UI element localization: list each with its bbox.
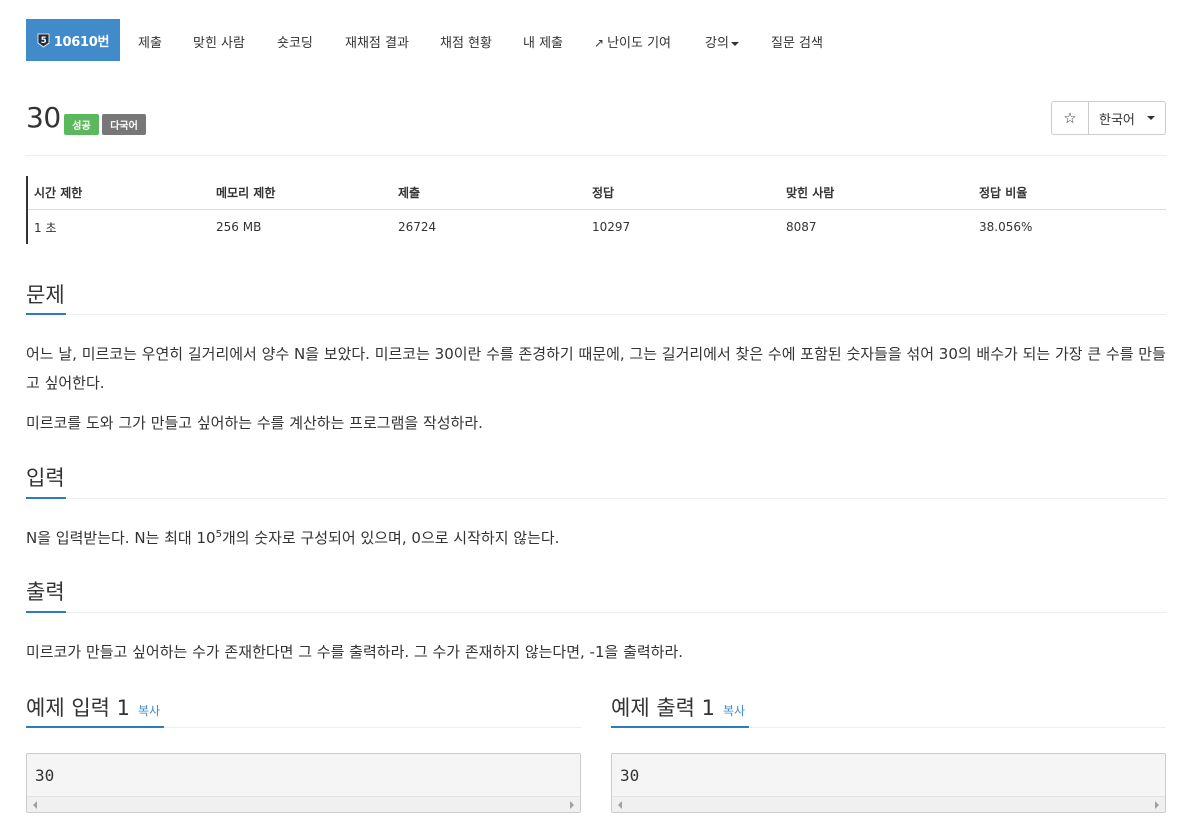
scroll-right-icon[interactable] (570, 801, 574, 809)
star-icon: ☆ (1063, 109, 1077, 127)
scroll-right-icon[interactable] (1155, 801, 1159, 809)
title-actions: ☆ 한국어 (1051, 101, 1166, 135)
input-text-2: 개의 숫자로 구성되어 있으며, 0으로 시작하지 않는다. (221, 529, 560, 547)
section-underline (26, 611, 66, 613)
nav-problem-number[interactable]: 5 10610번 (26, 19, 120, 61)
nav-solvers[interactable]: 맞힌 사람 (193, 32, 245, 51)
sample-output-value: 30 (620, 766, 640, 785)
copy-output-link[interactable]: 복사 (723, 704, 745, 718)
section-divider (26, 612, 1166, 613)
input-heading: 입력 (26, 466, 65, 490)
tier-badge-icon: 5 (37, 33, 50, 47)
scroll-left-icon[interactable] (33, 801, 37, 809)
input-text-1: N을 입력받는다. N는 최대 10 (26, 529, 216, 547)
section-underline (26, 497, 66, 499)
sample-output-title: 예제 출력 1 (611, 696, 715, 720)
language-select[interactable]: 한국어 (1089, 101, 1166, 135)
nav-my-submissions[interactable]: 내 제출 (523, 32, 563, 51)
nav-shortcoding[interactable]: 숏코딩 (277, 32, 313, 51)
sample-input-value: 30 (35, 766, 55, 785)
value-time-limit: 1 초 (34, 220, 57, 235)
sample-input-box[interactable]: 30 (26, 753, 581, 813)
sample-input-title: 예제 입력 1 (26, 696, 130, 720)
tier-number: 5 (40, 36, 46, 46)
nav-lecture[interactable]: 강의 (705, 32, 739, 51)
language-badge: 다국어 (102, 114, 146, 135)
nav-status[interactable]: 채점 현황 (440, 32, 492, 51)
value-ratio: 38.056% (979, 220, 1033, 234)
horizontal-scrollbar[interactable] (27, 796, 580, 812)
copy-input-link[interactable]: 복사 (138, 704, 160, 718)
nav-lecture-label: 강의 (705, 36, 729, 51)
sample-output-box[interactable]: 30 (611, 753, 1166, 813)
problem-heading: 문제 (26, 283, 65, 307)
nav-submit[interactable]: 제출 (138, 32, 162, 51)
output-description: 미르코가 만들고 싶어하는 수가 존재한다면 그 수를 출력하라. 그 수가 존… (26, 643, 684, 661)
header-solvers: 맞힌 사람 (786, 186, 835, 200)
header-accepted: 정답 (592, 186, 615, 200)
caret-down-icon (730, 41, 739, 46)
sample-output-heading: 예제 출력 1 복사 (611, 692, 745, 722)
section-underline (26, 313, 66, 315)
nav-question-search[interactable]: 질문 검색 (771, 32, 823, 51)
section-underline (26, 726, 164, 728)
language-select-label: 한국어 (1099, 112, 1135, 128)
value-accepted: 10297 (592, 220, 631, 234)
header-time-limit: 시간 제한 (34, 186, 83, 200)
input-description: N을 입력받는다. N는 최대 105개의 숫자로 구성되어 있으며, 0으로 … (26, 524, 1166, 553)
table-header-row: 시간 제한 메모리 제한 제출 정답 맞힌 사람 정답 비율 (28, 176, 1166, 210)
nav-difficulty[interactable]: ↗ 난이도 기여 (594, 32, 671, 51)
section-divider (26, 314, 1166, 315)
header-submissions: 제출 (398, 186, 421, 200)
value-submissions: 26724 (398, 220, 437, 234)
table-row: 1 초 256 MB 26724 10297 8087 38.056% (28, 210, 1166, 244)
problem-nav: 5 10610번 (26, 19, 120, 61)
nav-rejudge[interactable]: 재채점 결과 (345, 32, 409, 51)
title-divider (26, 155, 1166, 156)
status-badge: 성공 (64, 114, 99, 135)
header-memory-limit: 메모리 제한 (216, 186, 276, 200)
problem-description: 어느 날, 미르코는 우연히 길거리에서 양수 N을 보았다. 미르코는 30이… (26, 345, 1166, 392)
star-button[interactable]: ☆ (1051, 101, 1089, 135)
output-heading: 출력 (26, 580, 65, 604)
nav-difficulty-label: 난이도 기여 (607, 36, 671, 51)
external-link-icon: ↗ (594, 36, 605, 50)
value-solvers: 8087 (786, 220, 817, 234)
problem-number-label: 10610번 (53, 34, 110, 50)
header-ratio: 정답 비율 (979, 186, 1028, 200)
section-underline (611, 726, 749, 728)
problem-info-table: 시간 제한 메모리 제한 제출 정답 맞힌 사람 정답 비율 1 초 256 M… (26, 176, 1166, 244)
section-divider (26, 498, 1166, 499)
horizontal-scrollbar[interactable] (612, 796, 1165, 812)
problem-description-2: 미르코를 도와 그가 만들고 싶어하는 수를 계산하는 프로그램을 작성하라. (26, 414, 483, 432)
caret-down-icon (1146, 116, 1155, 120)
problem-title: 30 (26, 101, 61, 134)
sample-input-heading: 예제 입력 1 복사 (26, 692, 160, 722)
scroll-left-icon[interactable] (618, 801, 622, 809)
value-memory-limit: 256 MB (216, 220, 262, 234)
